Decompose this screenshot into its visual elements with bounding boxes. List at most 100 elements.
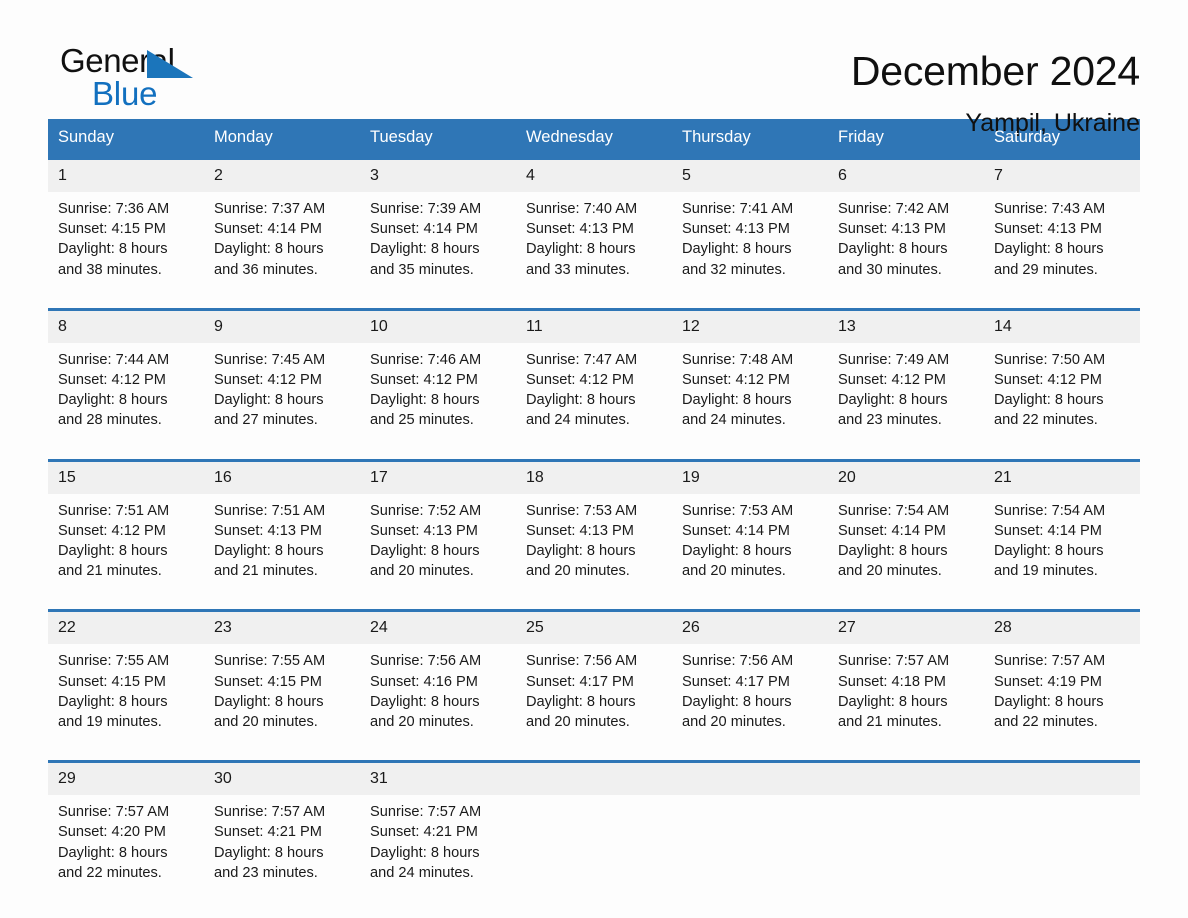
day-cell[interactable]: 21 Sunrise: 7:54 AM Sunset: 4:14 PM Dayligh…: [984, 458, 1140, 596]
daylight-duration-line2: and 20 minutes.: [682, 714, 786, 731]
day-cell[interactable]: 16 Sunrise: 7:51 AM Sunset: 4:13 PM Dayligh…: [204, 458, 360, 596]
day-number: 13: [828, 310, 984, 343]
daylight-duration-line2: and 19 minutes.: [994, 563, 1098, 580]
sunrise-time: Sunrise: 7:56 AM: [682, 653, 794, 670]
day-cell[interactable]: 15 Sunrise: 7:51 AM Sunset: 4:12 PM Dayligh…: [48, 458, 204, 596]
daylight-duration-line2: and 21 minutes.: [214, 563, 318, 580]
day-cell[interactable]: 5 Sunrise: 7:41 AM Sunset: 4:13 PM Daylight…: [672, 156, 828, 294]
day-cell[interactable]: 14 Sunrise: 7:50 AM Sunset: 4:12 PM Dayligh…: [984, 307, 1140, 445]
day-cell[interactable]: 18 Sunrise: 7:53 AM Sunset: 4:13 PM Dayligh…: [516, 458, 672, 596]
day-cell[interactable]: 24 Sunrise: 7:56 AM Sunset: 4:16 PM Dayligh…: [360, 609, 516, 747]
sunrise-time: Sunrise: 7:47 AM: [526, 351, 638, 368]
day-cell[interactable]: 31 Sunrise: 7:57 AM Sunset: 4:21 PM Dayligh…: [360, 760, 516, 898]
logo-text-blue: Blue: [92, 75, 158, 112]
weekday-header-monday: Monday: [204, 119, 360, 159]
weekday-header-tuesday: Tuesday: [360, 119, 516, 159]
day-cell[interactable]: 9 Sunrise: 7:45 AM Sunset: 4:12 PM Daylight…: [204, 307, 360, 445]
daylight-duration-line1: Daylight: 8 hours: [214, 392, 324, 409]
day-details: Sunrise: 7:44 AM Sunset: 4:12 PM Daylight:…: [48, 343, 204, 445]
sunset-time: Sunset: 4:13 PM: [370, 522, 478, 539]
day-details: [828, 795, 984, 816]
daylight-duration-line2: and 20 minutes.: [526, 714, 630, 731]
logo-text-general: General: [60, 42, 175, 79]
day-cell[interactable]: 11 Sunrise: 7:47 AM Sunset: 4:12 PM Dayligh…: [516, 307, 672, 445]
daylight-duration-line1: Daylight: 8 hours: [370, 844, 480, 861]
sunrise-time: Sunrise: 7:36 AM: [58, 201, 170, 217]
sunrise-time: Sunrise: 7:43 AM: [994, 201, 1106, 217]
weekday-header-wednesday: Wednesday: [516, 119, 672, 159]
day-cell[interactable]: 3 Sunrise: 7:39 AM Sunset: 4:14 PM Daylight…: [360, 156, 516, 294]
generalblue-logo[interactable]: General Blue: [48, 42, 220, 112]
day-cell[interactable]: 20 Sunrise: 7:54 AM Sunset: 4:14 PM Dayligh…: [828, 458, 984, 596]
page-title: December 2024: [850, 48, 1140, 94]
daylight-duration-line1: Daylight: 8 hours: [370, 543, 480, 560]
daylight-duration-line2: and 24 minutes.: [370, 864, 474, 881]
day-cell[interactable]: 13 Sunrise: 7:49 AM Sunset: 4:12 PM Dayligh…: [828, 307, 984, 445]
sunset-time: Sunset: 4:12 PM: [214, 372, 322, 389]
daylight-duration-line1: Daylight: 8 hours: [370, 241, 480, 258]
day-cell-empty: [984, 760, 1140, 898]
day-cell[interactable]: 7 Sunrise: 7:43 AM Sunset: 4:13 PM Daylight…: [984, 156, 1140, 294]
day-number: [516, 763, 672, 796]
sunrise-time: Sunrise: 7:42 AM: [838, 201, 950, 217]
daylight-duration-line1: Daylight: 8 hours: [214, 543, 324, 560]
daylight-duration-line2: and 27 minutes.: [214, 412, 318, 429]
day-cell[interactable]: 28 Sunrise: 7:57 AM Sunset: 4:19 PM Dayligh…: [984, 609, 1140, 747]
day-cell[interactable]: 1 Sunrise: 7:36 AM Sunset: 4:15 PM Daylight…: [48, 156, 204, 294]
day-cell[interactable]: 2 Sunrise: 7:37 AM Sunset: 4:14 PM Daylight…: [204, 156, 360, 294]
day-cell[interactable]: 29 Sunrise: 7:57 AM Sunset: 4:20 PM Dayligh…: [48, 760, 204, 898]
day-cell[interactable]: 4 Sunrise: 7:40 AM Sunset: 4:13 PM Daylight…: [516, 156, 672, 294]
daylight-duration-line2: and 20 minutes.: [526, 563, 630, 580]
day-cell[interactable]: 12 Sunrise: 7:48 AM Sunset: 4:12 PM Dayligh…: [672, 307, 828, 445]
sunset-time: Sunset: 4:12 PM: [994, 372, 1102, 389]
sunrise-time: Sunrise: 7:54 AM: [994, 502, 1106, 519]
sunrise-time: Sunrise: 7:57 AM: [214, 804, 326, 821]
day-cell[interactable]: 25 Sunrise: 7:56 AM Sunset: 4:17 PM Dayligh…: [516, 609, 672, 747]
sunrise-time: Sunrise: 7:52 AM: [370, 502, 482, 519]
day-cell[interactable]: 10 Sunrise: 7:46 AM Sunset: 4:12 PM Dayligh…: [360, 307, 516, 445]
day-number: 6: [828, 160, 984, 192]
daylight-duration-line2: and 19 minutes.: [58, 714, 162, 731]
day-cell[interactable]: 19 Sunrise: 7:53 AM Sunset: 4:14 PM Dayligh…: [672, 458, 828, 596]
sunrise-sunset-calendar: Sunday Monday Tuesday Wednesday Thursday…: [48, 119, 1140, 898]
sunset-time: Sunset: 4:20 PM: [58, 824, 166, 841]
day-number: 28: [984, 612, 1140, 645]
day-number: 1: [48, 160, 204, 192]
day-details: Sunrise: 7:57 AM Sunset: 4:19 PM Daylight:…: [984, 644, 1140, 746]
week-spacer-cell: [48, 444, 1140, 461]
day-number: [984, 763, 1140, 796]
week-spacer-cell: [48, 595, 1140, 611]
day-number: 17: [360, 461, 516, 494]
week-spacer-cell: [48, 293, 1140, 310]
day-cell[interactable]: 23 Sunrise: 7:55 AM Sunset: 4:15 PM Dayligh…: [204, 609, 360, 747]
sunset-time: Sunset: 4:21 PM: [370, 824, 478, 841]
daylight-duration-line2: and 33 minutes.: [526, 261, 630, 278]
sunrise-time: Sunrise: 7:48 AM: [682, 351, 794, 368]
daylight-duration-line1: Daylight: 8 hours: [214, 844, 324, 861]
calendar-body: 1 Sunrise: 7:36 AM Sunset: 4:15 PM Daylight…: [48, 156, 1140, 898]
daylight-duration-line1: Daylight: 8 hours: [682, 693, 792, 710]
day-cell[interactable]: 30 Sunrise: 7:57 AM Sunset: 4:21 PM Dayligh…: [204, 760, 360, 898]
daylight-duration-line2: and 22 minutes.: [994, 412, 1098, 429]
day-cell[interactable]: 17 Sunrise: 7:52 AM Sunset: 4:13 PM Dayligh…: [360, 458, 516, 596]
day-cell[interactable]: 8 Sunrise: 7:44 AM Sunset: 4:12 PM Daylight…: [48, 307, 204, 445]
sunrise-time: Sunrise: 7:56 AM: [526, 653, 638, 670]
daylight-duration-line2: and 22 minutes.: [58, 864, 162, 881]
sunset-time: Sunset: 4:14 PM: [682, 522, 790, 539]
calendar-week-row: 15 Sunrise: 7:51 AM Sunset: 4:12 PM Dayligh…: [48, 458, 1140, 596]
day-details: Sunrise: 7:36 AM Sunset: 4:15 PM Daylight:…: [48, 192, 204, 294]
daylight-duration-line2: and 20 minutes.: [370, 563, 474, 580]
sunset-time: Sunset: 4:13 PM: [682, 221, 790, 238]
daylight-duration-line2: and 22 minutes.: [994, 714, 1098, 731]
daylight-duration-line2: and 24 minutes.: [526, 412, 630, 429]
day-details: Sunrise: 7:49 AM Sunset: 4:12 PM Daylight:…: [828, 343, 984, 445]
day-details: Sunrise: 7:51 AM Sunset: 4:13 PM Daylight:…: [204, 494, 360, 596]
day-cell[interactable]: 26 Sunrise: 7:56 AM Sunset: 4:17 PM Dayligh…: [672, 609, 828, 747]
day-cell[interactable]: 6 Sunrise: 7:42 AM Sunset: 4:13 PM Daylight…: [828, 156, 984, 294]
day-cell[interactable]: 22 Sunrise: 7:55 AM Sunset: 4:15 PM Dayligh…: [48, 609, 204, 747]
daylight-duration-line2: and 21 minutes.: [58, 563, 162, 580]
day-details: Sunrise: 7:41 AM Sunset: 4:13 PM Daylight:…: [672, 192, 828, 294]
day-cell[interactable]: 27 Sunrise: 7:57 AM Sunset: 4:18 PM Dayligh…: [828, 609, 984, 747]
sunset-time: Sunset: 4:12 PM: [58, 372, 166, 389]
daylight-duration-line2: and 23 minutes.: [214, 864, 318, 881]
